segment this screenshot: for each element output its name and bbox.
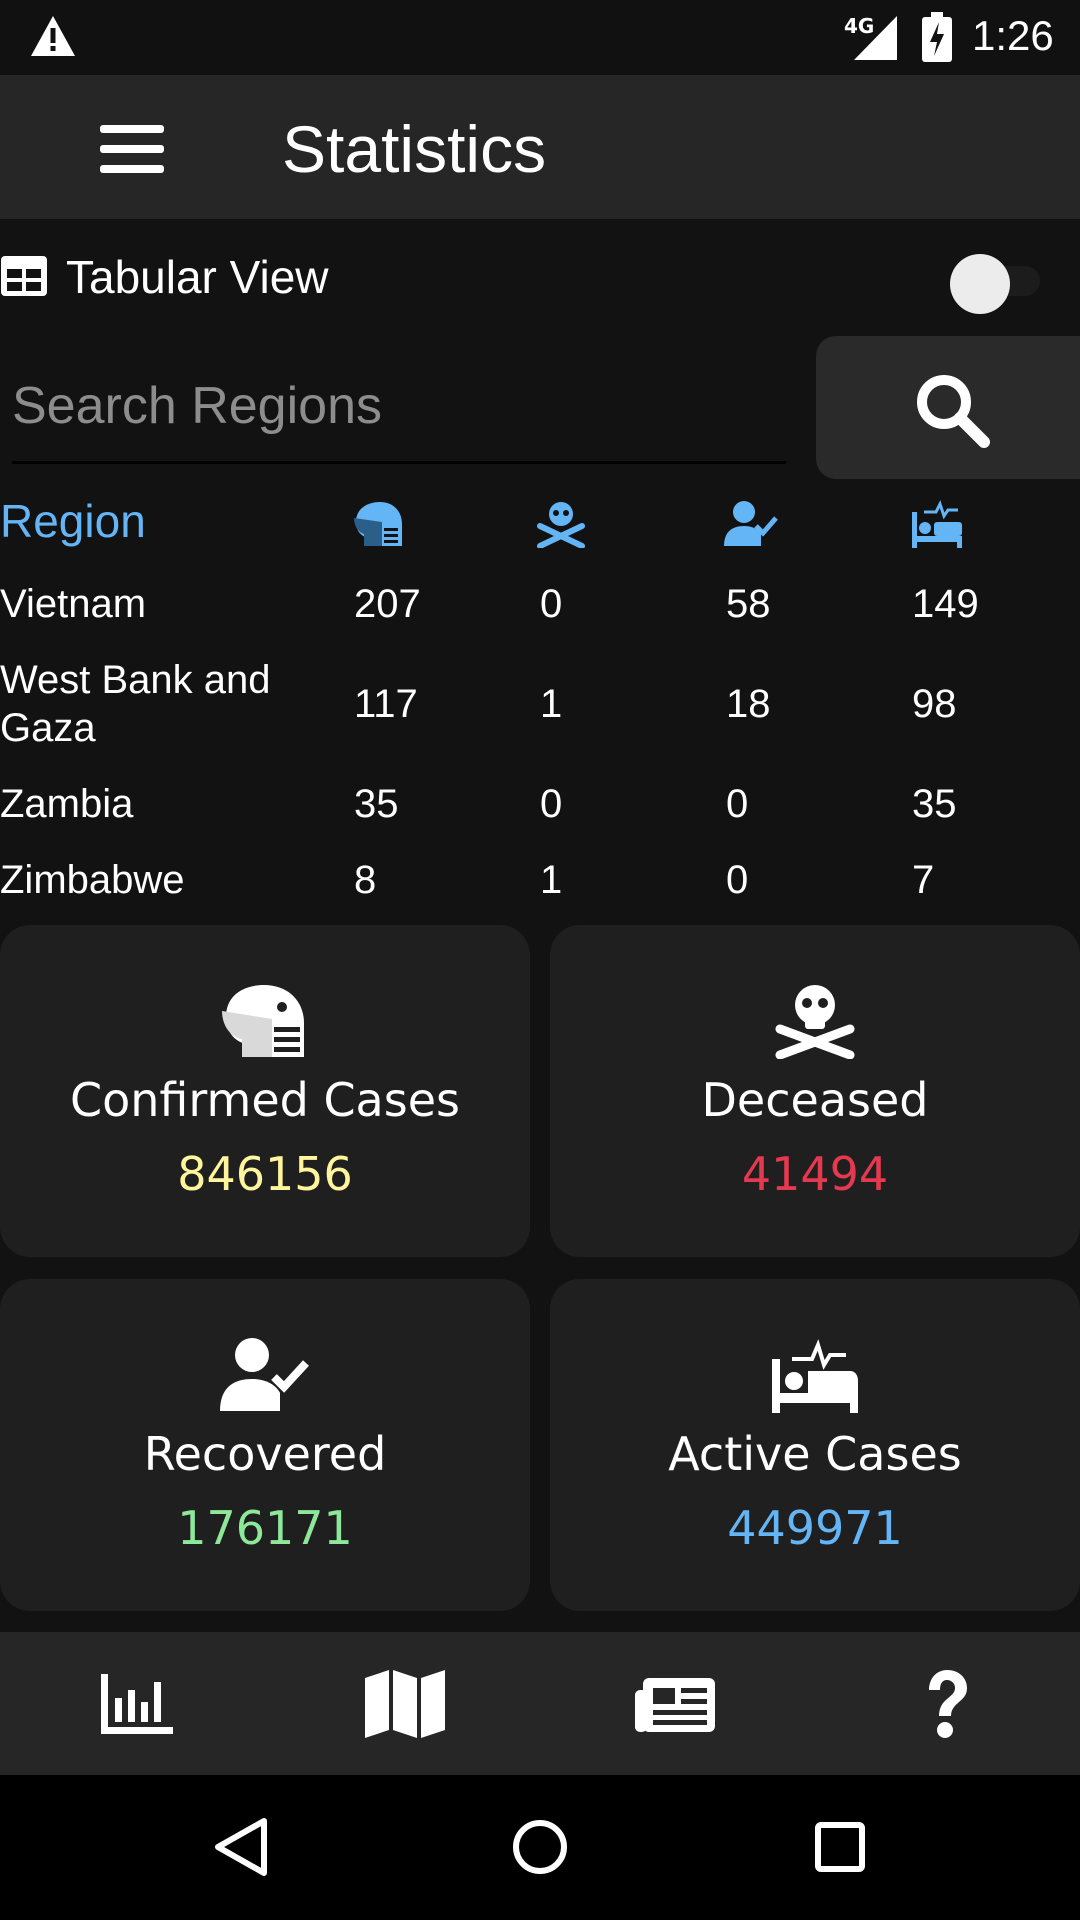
- active-cases-value: 449971: [727, 1501, 903, 1555]
- recovered-title: Recovered: [143, 1427, 387, 1481]
- hospital-bed-icon: [772, 1339, 858, 1413]
- row-region: Zambia: [0, 782, 134, 826]
- row-deceased: 1: [540, 858, 563, 902]
- nav-help[interactable]: [810, 1632, 1080, 1775]
- deceased-title: Deceased: [701, 1073, 929, 1127]
- confirmed-cases-title: Confirmed Cases: [70, 1073, 460, 1127]
- skull-crossbones-icon: [775, 985, 855, 1059]
- row-confirmed: 117: [354, 682, 418, 726]
- deceased-icon[interactable]: [534, 500, 588, 548]
- system-back-button[interactable]: [190, 1775, 290, 1920]
- chart-bar-icon: [101, 1674, 173, 1734]
- table-row[interactable]: Vietnam 207 0 58 149: [0, 580, 1080, 630]
- row-region: West Bank and Gaza: [0, 658, 271, 750]
- nav-map[interactable]: [270, 1632, 540, 1775]
- active-cases-title: Active Cases: [668, 1427, 962, 1481]
- recovered-card[interactable]: Recovered 176171: [0, 1279, 530, 1611]
- table-row[interactable]: Zambia 35 0 0 35: [0, 780, 1080, 830]
- active-cases-card[interactable]: Active Cases 449971: [550, 1279, 1080, 1611]
- search-button[interactable]: [816, 336, 1080, 479]
- hamburger-menu-icon[interactable]: [92, 117, 172, 181]
- page-title: Statistics: [282, 112, 547, 186]
- row-recovered: 18: [726, 682, 771, 726]
- row-region: Vietnam: [0, 582, 147, 626]
- recovered-value: 176171: [177, 1501, 353, 1555]
- tabular-view-switch[interactable]: [950, 254, 1050, 314]
- recovered-icon[interactable]: [724, 500, 778, 548]
- confirmed-cases-value: 846156: [177, 1147, 353, 1201]
- recents-icon: [815, 1822, 865, 1872]
- status-time: 1:26: [972, 12, 1054, 59]
- table-row[interactable]: Zimbabwe 8 1 0 7: [0, 856, 1080, 906]
- row-confirmed: 35: [354, 782, 399, 826]
- masked-head-icon: [222, 985, 304, 1057]
- row-deceased: 0: [540, 782, 563, 826]
- table-row[interactable]: West Bank and Gaza 117 1 18 98: [0, 656, 1080, 756]
- bottom-navigation: [0, 1632, 1080, 1775]
- system-navigation: [0, 1775, 1080, 1920]
- search-icon: [917, 375, 990, 448]
- row-confirmed: 8: [354, 858, 377, 902]
- confirmed-cases-card[interactable]: Confirmed Cases 846156: [0, 925, 530, 1257]
- tabular-view-row: Tabular View: [0, 240, 1080, 316]
- row-recovered: 0: [726, 858, 749, 902]
- nav-news[interactable]: [540, 1632, 810, 1775]
- table-grid-icon: [1, 256, 47, 296]
- user-check-icon: [220, 1338, 309, 1411]
- row-recovered: 58: [726, 582, 771, 626]
- back-icon: [215, 1818, 267, 1876]
- home-icon: [513, 1820, 567, 1874]
- app-bar: Statistics: [0, 75, 1080, 219]
- row-active: 7: [912, 858, 935, 902]
- confirmed-icon[interactable]: [352, 500, 406, 548]
- deceased-value: 41494: [741, 1147, 889, 1201]
- region-column-header[interactable]: Region: [0, 494, 146, 548]
- row-active: 35: [912, 782, 957, 826]
- warning-icon: [31, 16, 75, 56]
- battery-charging-icon: [922, 12, 952, 62]
- row-region: Zimbabwe: [0, 858, 185, 902]
- deceased-card[interactable]: Deceased 41494: [550, 925, 1080, 1257]
- map-icon: [365, 1670, 445, 1738]
- row-confirmed: 207: [354, 582, 421, 626]
- newspaper-icon: [635, 1678, 715, 1732]
- system-home-button[interactable]: [490, 1775, 590, 1920]
- row-active: 98: [912, 682, 957, 726]
- row-deceased: 1: [540, 682, 563, 726]
- nav-statistics[interactable]: [0, 1632, 270, 1775]
- active-icon[interactable]: [910, 500, 964, 548]
- status-bar: 4G 1:26: [0, 0, 1080, 75]
- switch-thumb: [950, 254, 1010, 314]
- question-icon: [929, 1670, 967, 1738]
- table-header: Region: [0, 484, 1080, 558]
- signal-icon: [854, 16, 897, 60]
- tabular-view-label: Tabular View: [66, 251, 329, 303]
- row-recovered: 0: [726, 782, 749, 826]
- row-active: 149: [912, 582, 979, 626]
- system-recents-button[interactable]: [790, 1775, 890, 1920]
- row-deceased: 0: [540, 582, 563, 626]
- search-input[interactable]: [12, 350, 786, 464]
